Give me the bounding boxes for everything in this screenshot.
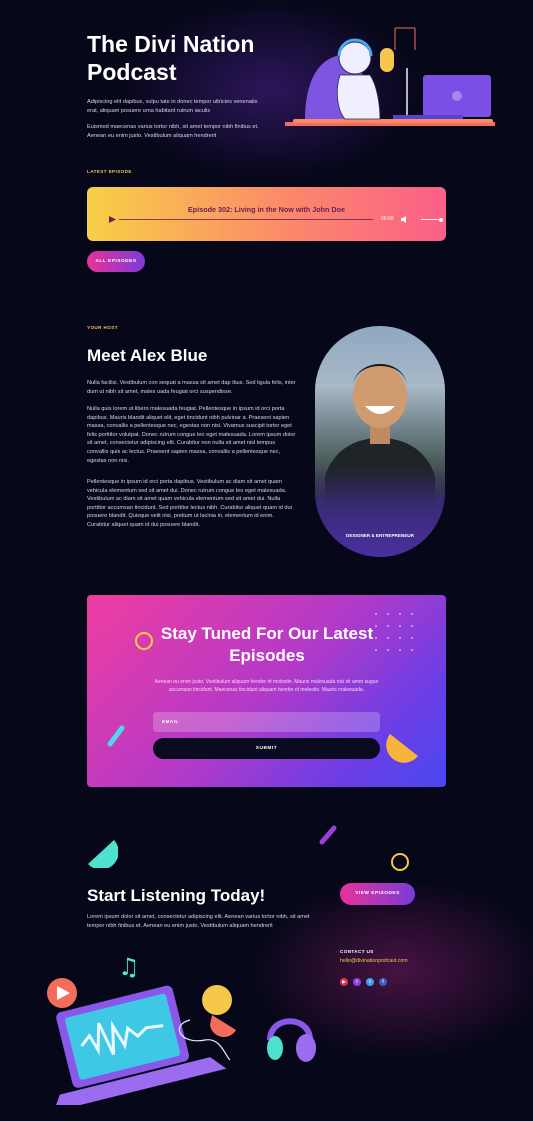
podcaster-illustration (285, 27, 495, 126)
portrait-gradient (315, 466, 445, 557)
page-title: The Divi Nation Podcast (87, 31, 255, 85)
time-display: 00:00 (381, 216, 394, 222)
volume-handle[interactable] (439, 217, 443, 222)
half-circle-icon (386, 734, 418, 763)
host-paragraph-3: Pellentesque in ipsum id orci porta dapi… (87, 479, 292, 528)
submit-button[interactable]: SUBMIT (153, 738, 380, 759)
play-icon[interactable] (109, 216, 116, 223)
host-label: YOUR HOST (87, 325, 118, 330)
volume-icon[interactable] (401, 216, 408, 223)
twitter-icon[interactable]: t (366, 978, 374, 986)
ring-icon (135, 632, 153, 650)
audio-player: Episode 302: Living in the Now with John… (87, 187, 446, 241)
subscribe-text: Aenean eu enim justo. Vestibulum aliquam… (154, 679, 379, 693)
email-field[interactable]: EMAIL (153, 712, 380, 732)
host-title: Meet Alex Blue (87, 346, 208, 365)
progress-bar[interactable] (119, 219, 373, 220)
listen-title: Start Listening Today! (87, 886, 266, 905)
purple-capsule-icon (319, 825, 337, 845)
host-portrait: DESIGNER & ENTREPRENEUR (315, 326, 445, 557)
twitch-icon[interactable]: t (353, 978, 361, 986)
svg-text:♫: ♫ (118, 953, 140, 981)
youtube-icon[interactable]: ▶ (340, 978, 348, 986)
episode-title: Episode 302: Living in the Now with John… (188, 205, 345, 214)
contact-email-link[interactable]: hello@divinationpodcast.com (340, 958, 408, 964)
all-episodes-button[interactable]: ALL EPISODES (87, 251, 145, 272)
view-episodes-button[interactable]: VIEW EPISODES (340, 883, 415, 905)
host-paragraph-1: Nulla facilisi. Vestibulum con sequat a … (87, 380, 296, 395)
host-caption: DESIGNER & ENTREPRENEUR (346, 533, 414, 538)
listen-text: Lorem ipsum dolor sit amet, consectetur … (87, 914, 310, 929)
host-paragraph-2: Nulla quis lorem ut libero malesuada feu… (87, 406, 296, 464)
facebook-icon[interactable]: f (379, 978, 387, 986)
teal-half-circle-icon (88, 840, 118, 868)
hero-paragraph-2: Euismod maecenas varius tortor nibh, sit… (87, 124, 259, 139)
laptop-illustration: ♫ (47, 953, 316, 1105)
capsule-icon (107, 725, 125, 747)
yellow-ring-icon (391, 853, 409, 871)
subscribe-title: Stay Tuned For Our Latest Episodes (160, 624, 374, 665)
volume-slider[interactable] (421, 219, 441, 220)
contact-label: CONTACT US (340, 949, 374, 954)
latest-episode-label: LATEST EPISODE (87, 169, 132, 174)
hero-paragraph-1: Adipiscing elit dapibus, vulpu tate in d… (87, 99, 258, 114)
